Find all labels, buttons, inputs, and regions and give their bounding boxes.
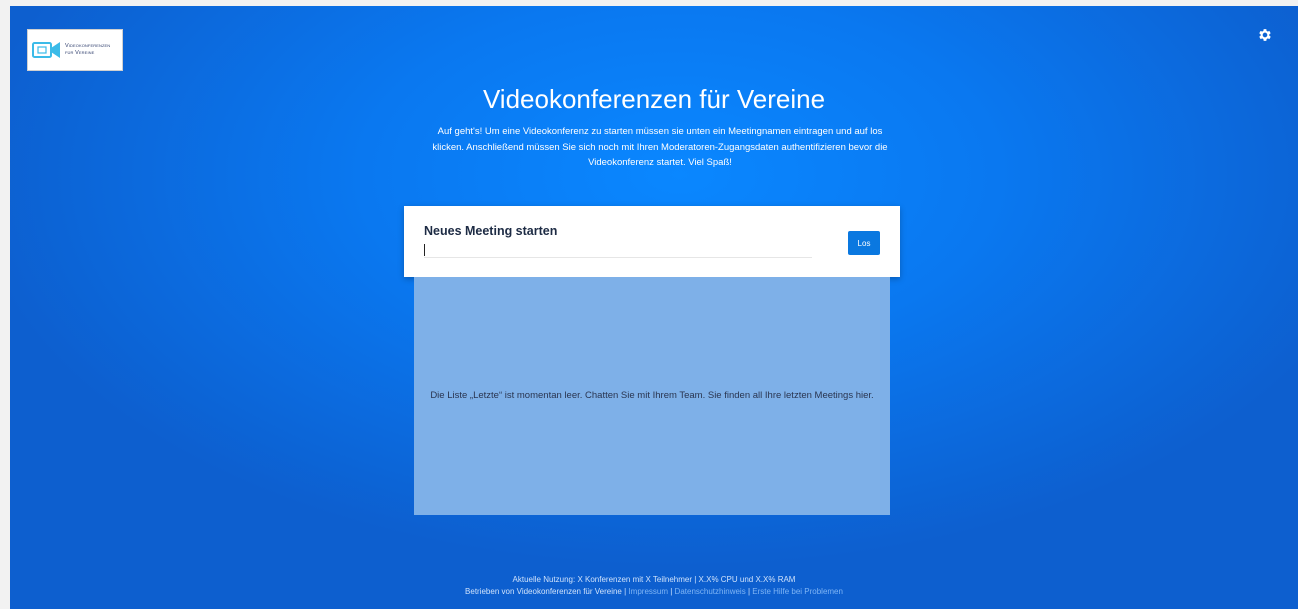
privacy-link[interactable]: Datenschutzhinweis: [675, 587, 746, 596]
logo[interactable]: Videokonferenzen für Vereine: [27, 29, 123, 71]
intro-text: Auf geht's! Um eine Videokonferenz zu st…: [432, 126, 888, 168]
recent-meetings-panel: Die Liste „Letzte“ ist momentan leer. Ch…: [414, 277, 890, 515]
meeting-name-input[interactable]: [424, 243, 812, 258]
impressum-link[interactable]: Impressum: [628, 587, 668, 596]
separator: |: [670, 587, 673, 596]
video-camera-icon: [32, 42, 60, 58]
separator: |: [624, 587, 627, 596]
footer-links-row: Betrieben von Videokonferenzen für Verei…: [10, 586, 1298, 598]
separator: |: [747, 587, 751, 596]
logo-text: Videokonferenzen für Vereine: [65, 43, 110, 57]
logo-line-1: Videokonferenzen: [65, 43, 111, 49]
page-title: Videokonferenzen für Vereine: [482, 84, 826, 114]
text-cursor: [424, 244, 425, 256]
usage-status: Aktuelle Nutzung: X Konferenzen mit X Te…: [512, 575, 796, 584]
logo-line-2: für Vereine: [65, 50, 95, 56]
app-page: Videokonferenzen für Vereine Videokonfer…: [10, 6, 1298, 609]
start-meeting-button[interactable]: Los: [848, 231, 880, 255]
new-meeting-heading: Neues Meeting starten: [424, 224, 558, 238]
recent-empty-message: Die Liste „Letzte“ ist momentan leer. Ch…: [430, 390, 874, 401]
new-meeting-card: Neues Meeting starten Los: [404, 206, 900, 277]
operated-by-text: Betrieben von Videokonferenzen für Verei…: [465, 587, 622, 596]
footer: Aktuelle Nutzung: X Konferenzen mit X Te…: [10, 574, 1298, 598]
help-link[interactable]: Erste Hilfe bei Problemen: [752, 587, 843, 596]
gear-icon[interactable]: [1257, 27, 1273, 43]
